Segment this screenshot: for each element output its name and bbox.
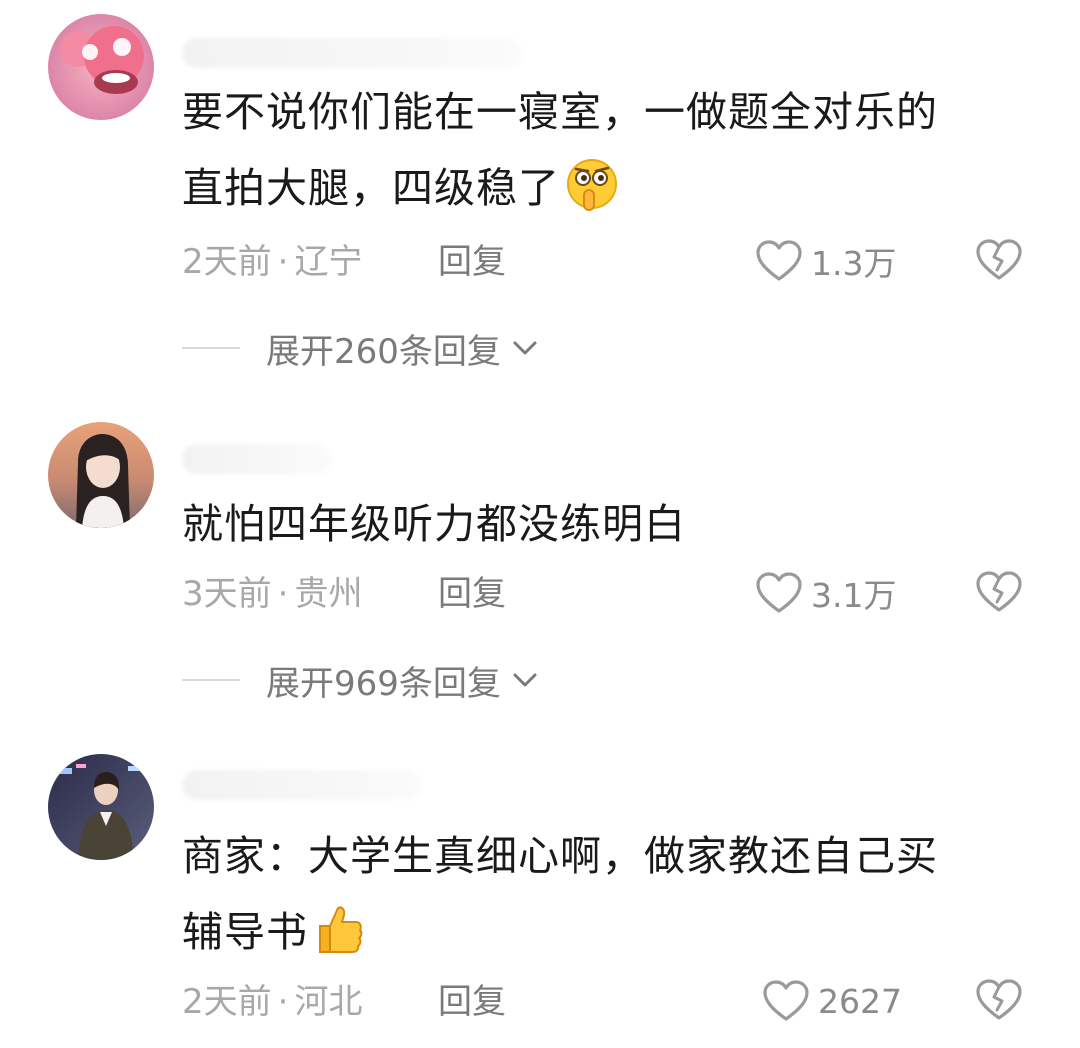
reply-button[interactable]: 回复: [438, 574, 506, 614]
like-button[interactable]: 1.3万: [755, 238, 896, 284]
broken-heart-icon: [976, 239, 1022, 280]
reply-button[interactable]: 回复: [438, 242, 506, 282]
expand-replies-button[interactable]: 展开260条回复: [182, 326, 539, 372]
like-button[interactable]: 2627: [762, 978, 902, 1024]
heart-outline-icon: [756, 240, 802, 281]
expand-replies-label: 展开260条回复: [266, 331, 501, 372]
meta-separator: ·: [277, 242, 289, 282]
comment-time: 2天前: [182, 982, 272, 1022]
comment-line-text: 辅导书: [182, 908, 308, 956]
chevron-down-icon: [513, 341, 537, 355]
chevron-down-icon: [513, 673, 537, 687]
username[interactable]: [182, 38, 522, 68]
avatar[interactable]: [48, 14, 154, 120]
like-count: 2627: [818, 981, 902, 1021]
heart-outline-icon: [756, 572, 802, 613]
comment-text: 要不说你们能在一寝室，一做题全对乐的 直拍大腿，四级稳了: [182, 74, 1022, 236]
dislike-button[interactable]: [975, 570, 1022, 616]
comment-item: 商家：大学生真细心啊，做家教还自己买 辅导书 2天前 · 河北 回复 2627: [0, 730, 1080, 1048]
meta-separator: ·: [277, 574, 289, 614]
comment-text: 商家：大学生真细心啊，做家教还自己买 辅导书: [182, 818, 1022, 980]
thumbs-up-icon: [312, 902, 364, 980]
meta-separator: ·: [277, 982, 289, 1022]
dislike-button[interactable]: [975, 238, 1022, 284]
comment-item: 就怕四年级听力都没练明白 3天前 · 贵州 回复 3.1万 展开969条回复: [0, 400, 1080, 730]
comment-line: 商家：大学生真细心啊，做家教还自己买: [182, 832, 938, 880]
username[interactable]: [182, 770, 422, 800]
comment-item: 要不说你们能在一寝室，一做题全对乐的 直拍大腿，四级稳了 2天前·辽宁 回复: [0, 0, 1080, 400]
comment-location: 贵州: [294, 574, 363, 614]
avatar[interactable]: [48, 422, 154, 528]
dislike-button[interactable]: [975, 978, 1022, 1024]
comment-meta: 2天前 · 河北: [182, 982, 362, 1022]
comment-line-text: 直拍大腿，四级稳了: [182, 164, 560, 212]
comment-time: 2天前: [182, 242, 272, 282]
broken-heart-icon: [976, 979, 1022, 1020]
comment-line: 辅导书: [182, 894, 1022, 980]
comment-time: 3天前: [182, 574, 272, 614]
comment-line: 直拍大腿，四级稳了: [182, 150, 1022, 236]
username[interactable]: [182, 444, 332, 474]
comment-line: 就怕四年级听力都没练明白: [182, 500, 686, 548]
comment-location: 辽宁: [294, 242, 363, 282]
heart-outline-icon: [763, 980, 809, 1021]
like-count: 1.3万: [811, 244, 897, 283]
comment-location: 河北: [294, 982, 363, 1022]
avatar[interactable]: [48, 754, 154, 860]
comment-meta: 3天前 · 贵州: [182, 574, 362, 614]
like-count: 3.1万: [811, 576, 897, 615]
divider-line: [182, 679, 240, 681]
shushing-face-icon: [564, 156, 620, 236]
broken-heart-icon: [976, 571, 1022, 612]
reply-button[interactable]: 回复: [438, 982, 506, 1022]
comment-text: 就怕四年级听力都没练明白: [182, 486, 1022, 562]
expand-replies-button[interactable]: 展开969条回复: [182, 658, 539, 704]
comment-line: 要不说你们能在一寝室，一做题全对乐的: [182, 88, 938, 136]
expand-replies-label: 展开969条回复: [266, 663, 501, 704]
divider-line: [182, 347, 240, 349]
like-button[interactable]: 3.1万: [755, 570, 896, 616]
comment-meta: 2天前 · 辽宁: [182, 242, 362, 282]
